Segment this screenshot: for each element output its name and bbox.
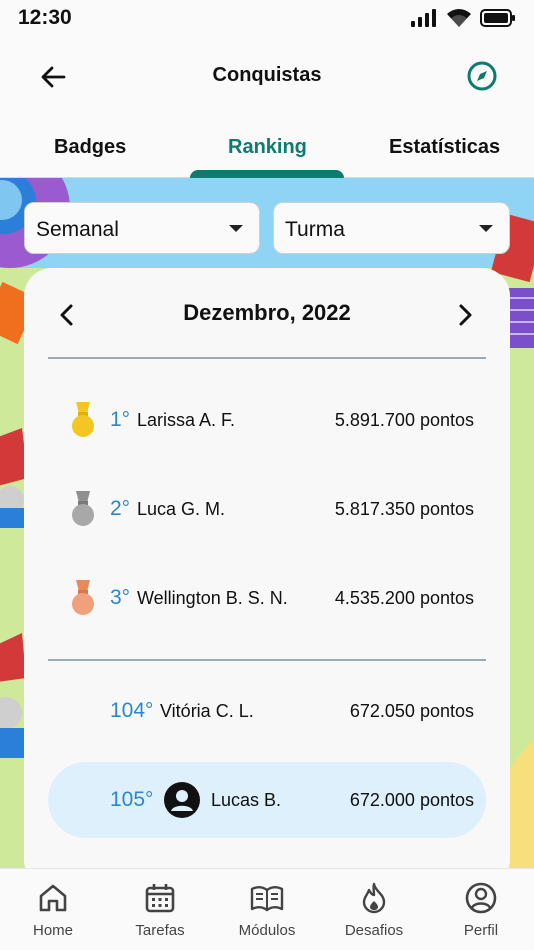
group-dropdown-value: Turma xyxy=(285,218,345,241)
month-label: Dezembro, 2022 xyxy=(183,300,351,325)
ranking-row-3[interactable]: 3° Wellington B. S. N. 4.535.200 pontos xyxy=(48,561,486,637)
rank-name: Lucas B. xyxy=(211,790,282,810)
page-title: Conquistas xyxy=(212,64,322,86)
wifi-icon xyxy=(447,9,471,27)
tab-badges[interactable]: Badges xyxy=(54,136,126,159)
rank-points: 672.000 pontos xyxy=(349,790,474,810)
bottom-navigation: Home Tarefas Módulos Desafios Perfil xyxy=(0,868,534,950)
ranking-card: Dezembro, 2022 1° Larissa A. F. 5.891.70… xyxy=(24,268,510,888)
nav-perfil[interactable]: Perfil xyxy=(428,869,534,950)
nav-label: Tarefas xyxy=(135,922,185,939)
compass-icon xyxy=(467,61,497,91)
silver-medal-icon xyxy=(72,491,94,526)
rank-position: 2° xyxy=(110,497,131,520)
status-bar: 12:30 xyxy=(0,0,534,36)
nav-label: Módulos xyxy=(238,922,296,939)
flame-icon xyxy=(362,882,386,914)
rank-points: 4.535.200 pontos xyxy=(334,588,474,608)
next-month-button[interactable] xyxy=(448,298,482,332)
rank-name: Larissa A. F. xyxy=(137,410,236,430)
status-icons xyxy=(410,8,516,28)
caret-down-icon xyxy=(479,225,493,232)
rank-points: 5.817.350 pontos xyxy=(334,499,474,519)
nav-desafios[interactable]: Desafios xyxy=(321,869,427,950)
compass-button[interactable] xyxy=(464,58,500,94)
status-time: 12:30 xyxy=(18,6,72,29)
rank-name: Wellington B. S. N. xyxy=(137,588,288,608)
active-tab-indicator xyxy=(190,170,344,178)
rank-position: 105° xyxy=(110,788,154,811)
profile-icon xyxy=(465,882,497,914)
group-dropdown[interactable]: Turma xyxy=(273,202,510,254)
divider xyxy=(48,659,486,661)
rank-name: Luca G. M. xyxy=(137,499,226,519)
rank-position: 104° xyxy=(110,699,154,722)
period-dropdown-value: Semanal xyxy=(36,218,119,241)
rank-name: Vitória C. L. xyxy=(160,701,254,721)
book-icon xyxy=(250,886,284,912)
ranking-row-2[interactable]: 2° Luca G. M. 5.817.350 pontos xyxy=(48,472,486,548)
signal-icon xyxy=(411,9,436,27)
period-dropdown[interactable]: Semanal xyxy=(24,202,260,254)
nav-tarefas[interactable]: Tarefas xyxy=(107,869,213,950)
divider xyxy=(48,357,486,359)
rank-position: 3° xyxy=(110,586,131,609)
rank-points: 5.891.700 pontos xyxy=(334,410,474,430)
nav-modulos[interactable]: Módulos xyxy=(214,869,320,950)
tab-bar: Badges Ranking Estatísticas xyxy=(0,118,534,178)
nav-label: Perfil xyxy=(463,922,499,939)
gold-medal-icon xyxy=(72,402,94,437)
tab-ranking[interactable]: Ranking xyxy=(228,136,307,159)
rank-points: 672.050 pontos xyxy=(349,701,474,721)
ranking-row-1[interactable]: 1° Larissa A. F. 5.891.700 pontos xyxy=(48,383,486,459)
app-bar: Conquistas xyxy=(0,36,534,118)
chevron-right-icon xyxy=(459,304,472,326)
caret-down-icon xyxy=(229,225,243,232)
nav-home[interactable]: Home xyxy=(0,869,106,950)
ranking-row-current-user[interactable]: 105° Lucas B. 672.000 pontos xyxy=(48,762,486,838)
home-icon xyxy=(39,884,67,912)
rank-position: 1° xyxy=(110,408,131,431)
nav-label: Home xyxy=(32,922,73,939)
ranking-row-104[interactable]: 104° Vitória C. L. 672.050 pontos xyxy=(48,674,486,750)
avatar-icon xyxy=(164,782,200,818)
nav-label: Desafios xyxy=(344,922,404,939)
bronze-medal-icon xyxy=(72,580,94,615)
calendar-icon xyxy=(145,884,175,913)
month-navigator: Dezembro, 2022 xyxy=(24,268,510,360)
tab-estatisticas[interactable]: Estatísticas xyxy=(389,136,500,159)
battery-icon xyxy=(480,9,515,27)
